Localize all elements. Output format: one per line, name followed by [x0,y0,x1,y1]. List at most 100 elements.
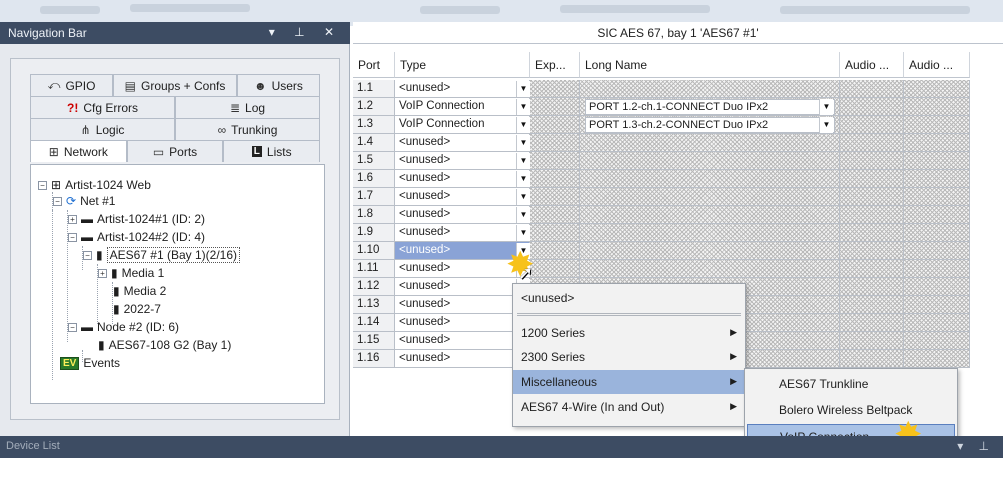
tree-node-aes67-108[interactable]: ▮ AES67-108 G2 (Bay 1) [98,336,231,354]
submenu-arrow-icon: ▶ [730,401,737,411]
dropdown-arrow-icon[interactable]: ▼ [516,189,530,205]
type-cell[interactable]: <unused> [395,350,530,368]
table-row[interactable]: 1.11 <unused> ▼ [353,260,993,278]
type-cell[interactable]: <unused> [395,80,530,98]
column-header-audio-1[interactable]: Audio ... [840,52,904,78]
audio-cell [904,278,970,296]
tree-node-artist1[interactable]: + ▬ Artist-1024#1 (ID: 2) [68,210,205,228]
tab-logic[interactable]: ⋔ Logic [30,118,175,140]
type-cell[interactable]: <unused> [395,206,530,224]
tab-lists[interactable]: L Lists [223,140,321,162]
dropdown-arrow-icon[interactable]: ▼ [819,99,833,115]
expand-icon[interactable]: + [98,268,107,278]
port-cell: 1.12 [353,278,395,296]
exp-cell [530,98,580,116]
dropdown-arrow-icon[interactable]: ▼ [516,99,530,115]
table-row[interactable]: 1.3 VoIP Connection ▼ PORT 1.3-ch.2-CONNECT… [353,116,993,134]
submenu-item-bolero[interactable]: Bolero Wireless Beltpack [745,398,957,422]
tab-gpio[interactable]: ⤺ GPIO [30,74,114,96]
tab-row-2: ?! Cfg Errors ≣ Log [30,96,320,118]
type-cell[interactable]: <unused> [395,188,530,206]
type-cell[interactable]: <unused> [395,332,530,350]
menu-item-aes67-4-wire[interactable]: AES67 4-Wire (In and Out) ▶ [513,395,745,419]
long-name-cell[interactable] [580,80,840,98]
dropdown-arrow-icon[interactable]: ▼ [516,135,530,151]
submenu-item-aes67-trunkline[interactable]: AES67 Trunkline [745,372,957,396]
tab-log[interactable]: ≣ Log [175,96,320,118]
type-cell[interactable]: <unused> [395,224,530,242]
tree-node-media2[interactable]: ▮ Media 2 [113,282,166,300]
type-cell[interactable]: VoIP Connection [395,116,530,134]
tab-ports[interactable]: ▭ Ports [126,140,224,162]
column-header-exp[interactable]: Exp... [530,52,580,78]
collapse-icon[interactable]: − [68,322,77,332]
column-header-type[interactable]: Type [395,52,530,78]
port-cell: 1.3 [353,116,395,134]
table-row[interactable]: 1.4 <unused> ▼ [353,134,993,152]
table-row[interactable]: 1.2 VoIP Connection ▼ PORT 1.2-ch.1-CONNECT… [353,98,993,116]
table-row[interactable]: 1.5 <unused> ▼ [353,152,993,170]
tab-trunking[interactable]: ∞ Trunking [175,118,320,140]
long-name-cell[interactable] [580,170,840,188]
menu-item-unused[interactable]: <unused> [513,286,745,310]
menu-item-2300-series[interactable]: 2300 Series ▶ [513,345,745,369]
panel-controls[interactable]: ▾ ⊥ [957,439,995,453]
expand-icon[interactable]: + [68,214,77,224]
long-name-cell[interactable] [580,260,840,278]
collapse-icon[interactable]: − [68,232,77,242]
long-name-cell[interactable] [580,134,840,152]
collapse-icon[interactable]: − [83,250,92,260]
collapse-icon[interactable]: − [38,180,47,190]
table-row[interactable]: 1.9 <unused> ▼ [353,224,993,242]
menu-item-1200-series[interactable]: 1200 Series ▶ [513,321,745,345]
tab-groups-confs[interactable]: ▤ Groups + Confs [113,74,237,96]
tab-network[interactable]: ⊞ Network [30,140,127,162]
dropdown-arrow-icon[interactable]: ▼ [819,117,833,133]
dropdown-arrow-icon[interactable]: ▼ [516,171,530,187]
long-name-cell[interactable] [580,152,840,170]
panel-controls[interactable]: ▾ ⊥ ✕ [269,25,342,39]
type-cell[interactable]: <unused> [395,296,530,314]
type-cell[interactable]: <unused> [395,152,530,170]
tree-node-media1[interactable]: + ▮ Media 1 [98,264,164,282]
long-name-field[interactable]: PORT 1.2-ch.1-CONNECT Duo IPx2 [585,99,835,115]
tab-cfg-errors[interactable]: ?! Cfg Errors [30,96,175,118]
column-header-long-name[interactable]: Long Name [580,52,840,78]
tree-node-node2[interactable]: − ▬ Node #2 (ID: 6) [68,318,179,336]
type-cell[interactable]: <unused> [395,314,530,332]
table-row[interactable]: 1.6 <unused> ▼ [353,170,993,188]
tree-node-2022-7[interactable]: ▮ 2022-7 [113,300,161,318]
port-cell: 1.6 [353,170,395,188]
type-cell[interactable]: VoIP Connection [395,98,530,116]
device-list-titlebar[interactable]: Device List ▾ ⊥ [0,436,1003,458]
collapse-icon[interactable]: − [53,196,62,206]
tab-users[interactable]: ☻ Users [236,74,320,96]
long-name-field[interactable]: PORT 1.3-ch.2-CONNECT Duo IPx2 [585,117,835,133]
dropdown-arrow-icon[interactable]: ▼ [516,225,530,241]
long-name-cell[interactable] [580,206,840,224]
column-header-port[interactable]: Port [353,52,395,78]
tree-label: Media 1 [121,266,165,280]
tree-node-aes67[interactable]: − ▮ AES67 #1 (Bay 1)(2/16) [83,246,241,264]
menu-item-miscellaneous[interactable]: Miscellaneous ▶ [513,370,745,394]
dropdown-arrow-icon[interactable]: ▼ [516,207,530,223]
table-row[interactable]: 1.1 <unused> ▼ [353,80,993,98]
navigation-bar-titlebar[interactable]: Navigation Bar ▾ ⊥ ✕ [0,22,350,44]
type-cell[interactable]: <unused> [395,134,530,152]
long-name-cell[interactable] [580,188,840,206]
type-cell[interactable]: <unused> [395,170,530,188]
dropdown-arrow-icon[interactable]: ▼ [516,117,530,133]
tree-node-artist2[interactable]: − ▬ Artist-1024#2 (ID: 4) [68,228,205,246]
long-name-cell[interactable] [580,224,840,242]
tab-label: Network [63,144,108,159]
port-cell: 1.15 [353,332,395,350]
column-header-audio-2[interactable]: Audio ... [904,52,970,78]
table-row[interactable]: 1.8 <unused> ▼ [353,206,993,224]
tree-node-net1[interactable]: − ⟳ Net #1 [53,192,115,210]
long-name-cell[interactable] [580,242,840,260]
tree-node-events[interactable]: EV Events [60,354,120,372]
dropdown-arrow-icon[interactable]: ▼ [516,81,530,97]
table-row[interactable]: 1.7 <unused> ▼ [353,188,993,206]
dropdown-arrow-icon[interactable]: ▼ [516,153,530,169]
table-row[interactable]: 1.10 <unused> ▼ [353,242,993,260]
